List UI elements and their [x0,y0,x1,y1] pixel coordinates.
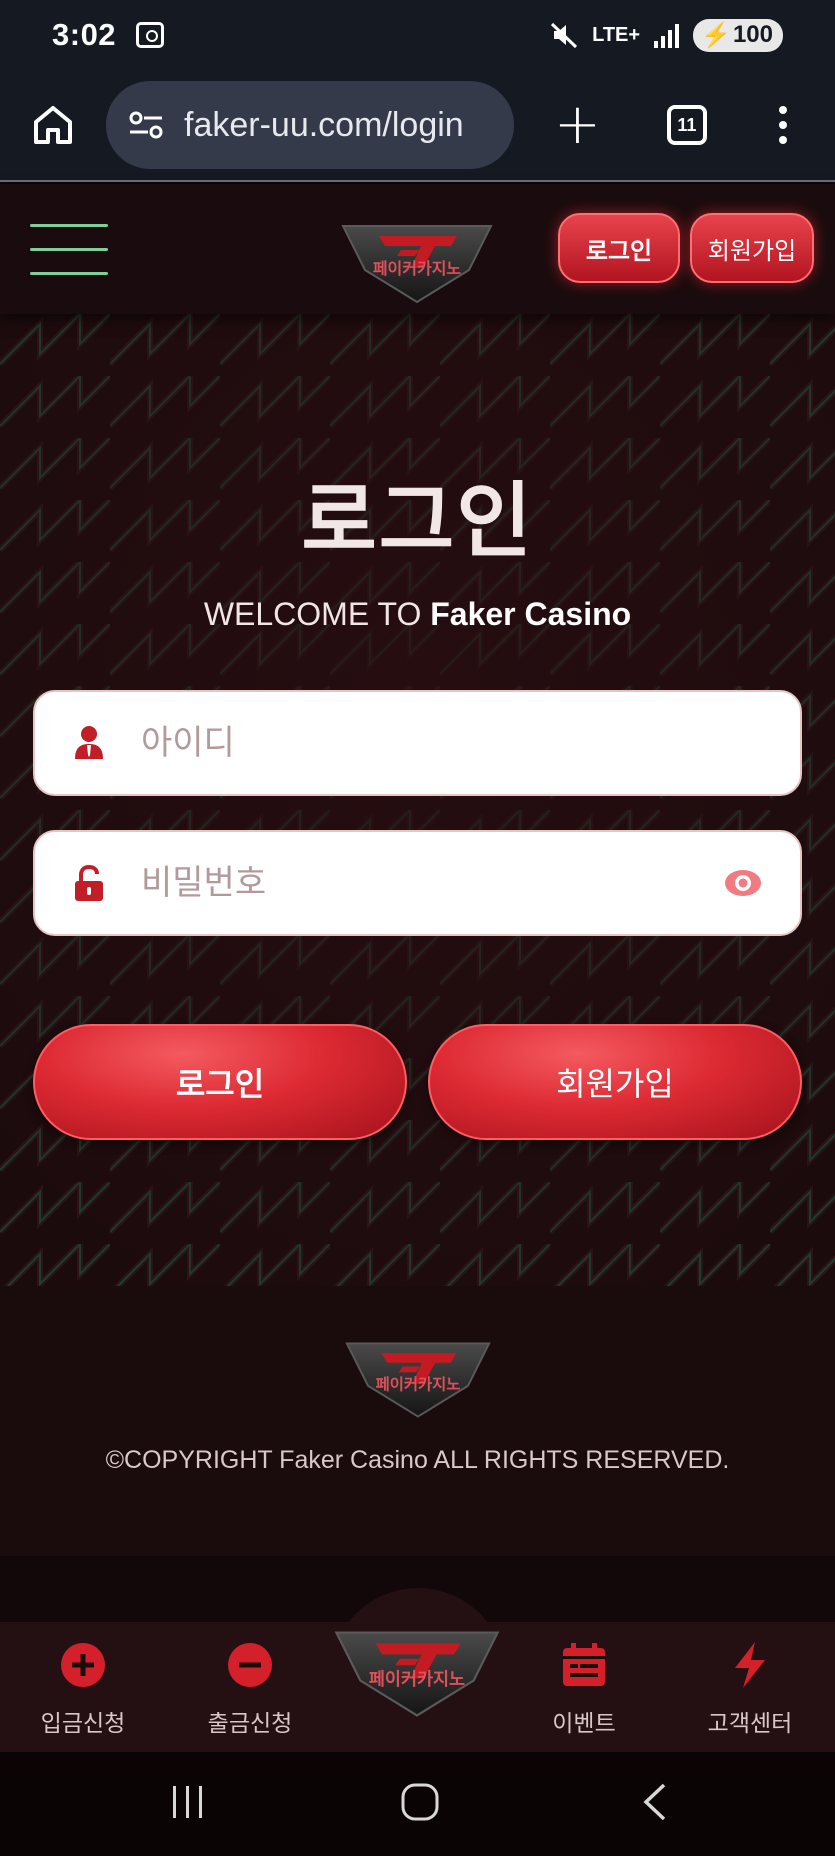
logo-text: 페이커카지노 [373,259,462,278]
back-icon[interactable] [640,1782,670,1822]
brand-logo[interactable]: 페이커카지노 [339,224,495,304]
nav-label: 고객센터 [707,1711,793,1737]
calendar-icon [563,1643,605,1686]
welcome-text: WELCOME TO Faker Casino [0,596,835,633]
tab-switcher-button[interactable]: 11 [666,105,707,145]
battery-level: 100 [732,21,773,48]
nav-deposit[interactable]: 입금신청 [3,1622,163,1752]
footer: 페이커카지노 ©COPYRIGHT Faker Casino ALL RIGHT… [0,1286,835,1556]
nav-center-logo[interactable]: 페이커카지노 [332,1630,502,1718]
network-type: LTE+ [592,24,641,46]
signup-button[interactable]: 회원가입 [428,1024,802,1140]
nav-label: 출금신청 [207,1711,293,1737]
lightning-icon [735,1642,765,1688]
password-field[interactable] [33,830,802,936]
system-nav-bar [0,1752,835,1856]
page-title: 로그인 [301,474,534,569]
nav-label: 입금신청 [40,1711,126,1737]
nav-logo-text: 페이커카지노 [369,1670,465,1690]
header-login-button[interactable]: 로그인 [558,213,680,283]
hamburger-menu-icon[interactable] [30,223,108,275]
footer-logo-text: 페이커카지노 [376,1375,461,1394]
unlock-icon [75,865,103,901]
footer-logo: 페이커카지노 [345,1342,491,1418]
site-settings-icon[interactable] [126,105,166,145]
username-field[interactable] [33,690,802,796]
login-section: 로그인 WELCOME TO Faker Casino 아이디 로그인 회원가입 [0,314,835,1286]
recent-apps-icon[interactable] [170,1782,206,1822]
login-button[interactable]: 로그인 [33,1024,407,1140]
user-icon [75,726,103,759]
signal-icon [654,22,680,48]
username-input[interactable] [141,723,762,763]
screen-capture-icon [136,22,165,48]
password-input[interactable] [141,863,724,903]
site-header: 페이커카지노 로그인 회원가입 [0,184,835,314]
nav-label: 이벤트 [552,1711,616,1737]
tab-count: 11 [677,114,697,135]
url-text: faker-uu.com/login [184,105,464,144]
mute-icon [551,22,578,49]
welcome-brand: Faker Casino [430,596,632,632]
home-icon[interactable] [30,102,76,148]
new-tab-icon[interactable]: + [554,97,601,153]
welcome-prefix: WELCOME TO [203,596,422,632]
battery-indicator: ⚡ 100 [693,18,783,52]
show-password-icon[interactable] [724,864,762,902]
minus-circle-icon [228,1643,272,1687]
nav-withdraw[interactable]: 출금신청 [170,1622,330,1752]
browser-toolbar: faker-uu.com/login + 11 [0,70,835,182]
status-bar: 3:02 LTE+ ⚡ 100 [0,0,835,70]
battery-icon: ⚡ [701,21,731,49]
nav-events[interactable]: 이벤트 [504,1622,664,1752]
status-time: 3:02 [52,17,117,52]
more-menu-icon[interactable] [778,106,787,144]
header-signup-button[interactable]: 회원가입 [690,213,814,283]
copyright-text: ©COPYRIGHT Faker Casino ALL RIGHTS RESER… [105,1446,730,1474]
home-button-icon[interactable] [400,1782,440,1822]
status-icons: LTE+ ⚡ 100 [550,18,783,52]
plus-circle-icon [61,1643,105,1687]
nav-support[interactable]: 고객센터 [670,1622,830,1752]
address-bar[interactable]: faker-uu.com/login [106,81,514,169]
